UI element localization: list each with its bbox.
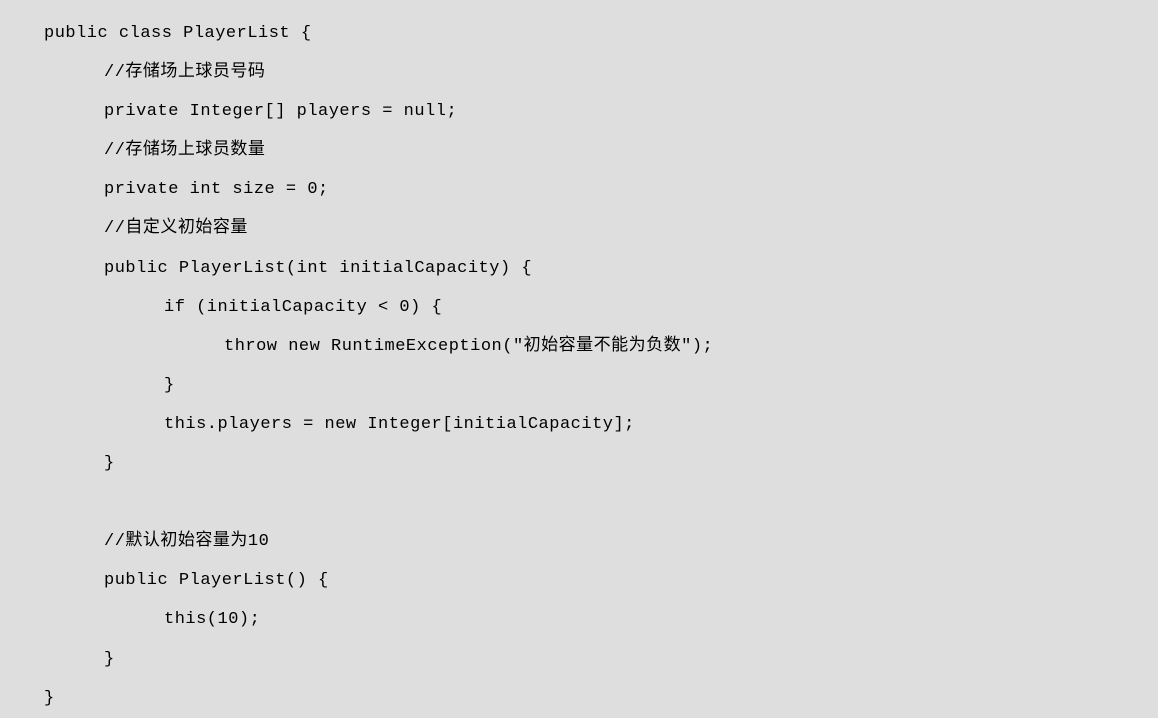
code-line: } xyxy=(44,679,1158,718)
code-line: throw new RuntimeException("初始容量不能为负数"); xyxy=(44,327,1158,366)
code-line: private int size = 0; xyxy=(44,170,1158,209)
code-line: //默认初始容量为10 xyxy=(44,522,1158,561)
code-line: } xyxy=(44,640,1158,679)
code-block: public class PlayerList { //存储场上球员号码 pri… xyxy=(44,14,1158,718)
code-line: public class PlayerList { xyxy=(44,14,1158,53)
blank-line xyxy=(44,483,1158,522)
code-line: //存储场上球员数量 xyxy=(44,131,1158,170)
code-line: if (initialCapacity < 0) { xyxy=(44,288,1158,327)
code-line: } xyxy=(44,366,1158,405)
code-line: this.players = new Integer[initialCapaci… xyxy=(44,405,1158,444)
code-line: //存储场上球员号码 xyxy=(44,53,1158,92)
code-line: public PlayerList(int initialCapacity) { xyxy=(44,249,1158,288)
code-line: //自定义初始容量 xyxy=(44,209,1158,248)
code-line: } xyxy=(44,444,1158,483)
code-line: this(10); xyxy=(44,600,1158,639)
code-line: public PlayerList() { xyxy=(44,561,1158,600)
code-line: private Integer[] players = null; xyxy=(44,92,1158,131)
